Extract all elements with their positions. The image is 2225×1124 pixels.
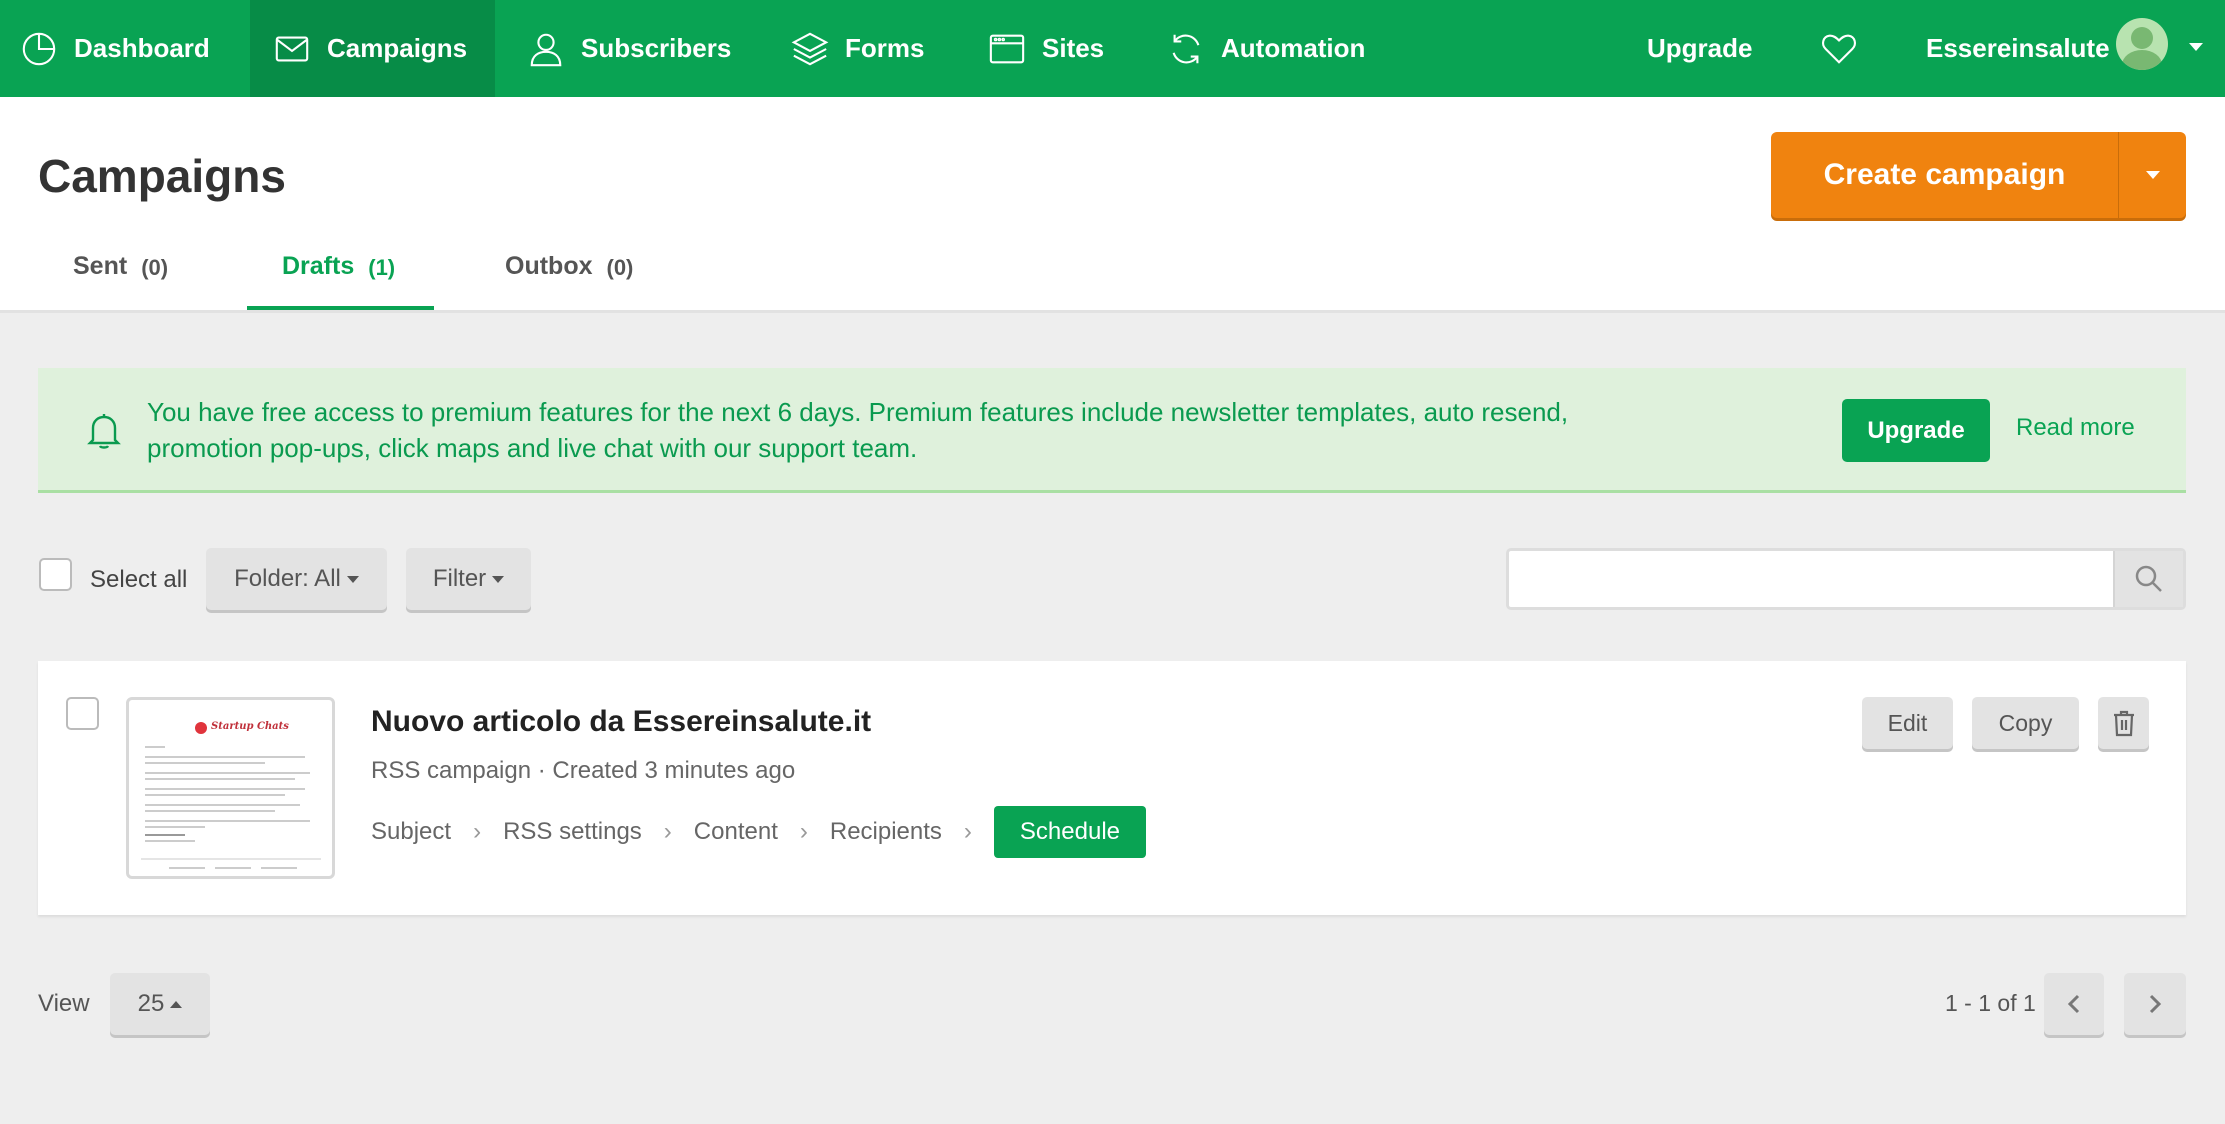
browser-window-icon xyxy=(989,34,1025,63)
nav-automation[interactable]: Automation xyxy=(1167,0,1365,97)
nav-dashboard-label: Dashboard xyxy=(74,33,210,63)
page-title: Campaigns xyxy=(38,150,286,202)
alert-upgrade-button[interactable]: Upgrade xyxy=(1842,399,1990,462)
campaign-steps: Subject › RSS settings › Content › Recip… xyxy=(371,806,1146,858)
nav-subscribers-label: Subscribers xyxy=(581,33,732,63)
select-all-checkbox[interactable] xyxy=(39,558,72,591)
view-label: View xyxy=(38,990,90,1017)
chevron-left-icon xyxy=(2067,994,2080,1014)
delete-button[interactable] xyxy=(2098,697,2149,749)
chevron-right-icon xyxy=(2149,994,2162,1014)
chevron-right-icon: › xyxy=(663,818,672,845)
search-input[interactable] xyxy=(1509,551,2113,607)
search-box xyxy=(1506,548,2186,610)
heart-icon xyxy=(1822,34,1856,64)
select-all-label[interactable]: Select all xyxy=(90,566,187,594)
search-button[interactable] xyxy=(2113,551,2183,607)
edit-button[interactable]: Edit xyxy=(1862,697,1953,749)
create-campaign-button-group: Create campaign xyxy=(1771,132,2186,218)
campaign-list-item: Startup Chats Nuovo articolo da Esserein… xyxy=(38,661,2186,915)
nav-campaigns-label: Campaigns xyxy=(327,33,468,63)
tab-drafts[interactable]: Drafts (1) xyxy=(247,252,434,310)
search-icon xyxy=(2135,565,2162,592)
page-header: Campaigns Create campaign Sent (0) Draft… xyxy=(0,97,2225,313)
schedule-button[interactable]: Schedule xyxy=(993,806,1146,858)
campaign-title[interactable]: Nuovo articolo da Essereinsalute.it xyxy=(371,705,871,739)
thumbnail-brand: Startup Chats xyxy=(211,721,289,732)
copy-button[interactable]: Copy xyxy=(1972,697,2079,749)
thumbnail-logo-dot xyxy=(195,722,207,734)
create-campaign-dropdown-button[interactable] xyxy=(2119,132,2186,218)
campaign-checkbox[interactable] xyxy=(66,697,99,730)
envelope-icon xyxy=(275,36,309,61)
nav-upgrade-label: Upgrade xyxy=(1647,33,1753,63)
create-campaign-button[interactable]: Create campaign xyxy=(1771,132,2119,218)
favorites-button[interactable] xyxy=(1820,0,1858,97)
avatar[interactable] xyxy=(2116,18,2168,70)
account-menu-chevron-down-icon[interactable] xyxy=(2189,43,2203,51)
alert-message: You have free access to premium features… xyxy=(147,397,1569,463)
nav-forms[interactable]: Forms xyxy=(791,0,924,97)
tab-outbox[interactable]: Outbox (0) xyxy=(505,252,633,310)
chevron-right-icon: › xyxy=(799,818,808,845)
pie-chart-icon xyxy=(22,32,56,65)
step-subject[interactable]: Subject xyxy=(371,818,451,846)
read-more-link[interactable]: Read more xyxy=(2016,414,2135,442)
nav-campaigns[interactable]: Campaigns xyxy=(250,0,495,97)
nav-automation-label: Automation xyxy=(1221,33,1366,63)
next-page-button[interactable] xyxy=(2124,973,2186,1035)
chevron-right-icon: › xyxy=(473,818,482,845)
account-name[interactable]: Essereinsalute xyxy=(1926,0,2110,97)
tab-sent-label: Sent xyxy=(73,252,128,280)
per-page-dropdown[interactable]: 25 xyxy=(110,973,210,1035)
campaign-thumbnail[interactable]: Startup Chats xyxy=(126,697,335,879)
step-content[interactable]: Content xyxy=(694,818,778,846)
chevron-down-icon xyxy=(492,575,505,583)
account-name-label: Essereinsalute xyxy=(1926,33,2110,63)
nav-subscribers[interactable]: Subscribers xyxy=(527,0,731,97)
nav-sites[interactable]: Sites xyxy=(988,0,1104,97)
per-page-value: 25 xyxy=(137,990,165,1017)
folder-dropdown-label: Folder: All xyxy=(234,565,341,592)
step-recipients[interactable]: Recipients xyxy=(830,818,942,846)
previous-page-button[interactable] xyxy=(2044,973,2104,1035)
tab-drafts-count: (1) xyxy=(368,255,396,280)
bell-icon xyxy=(87,414,121,449)
tab-drafts-label: Drafts xyxy=(282,252,355,280)
layers-icon xyxy=(791,32,829,65)
premium-trial-alert: You have free access to premium features… xyxy=(38,368,2186,493)
campaign-subtitle: RSS campaign · Created 3 minutes ago xyxy=(371,757,796,784)
tab-outbox-count: (0) xyxy=(606,255,634,280)
nav-upgrade-link[interactable]: Upgrade xyxy=(1647,0,1752,97)
refresh-icon xyxy=(1172,34,1200,63)
chevron-down-icon xyxy=(2145,171,2160,179)
step-rss-settings[interactable]: RSS settings xyxy=(503,818,642,846)
pagination-range: 1 - 1 of 1 xyxy=(1945,990,2036,1016)
top-navigation: Dashboard Campaigns Subscribers Forms Si… xyxy=(0,0,2225,97)
nav-sites-label: Sites xyxy=(1042,33,1105,63)
chevron-up-icon xyxy=(170,1000,183,1008)
folder-dropdown[interactable]: Folder: All xyxy=(206,548,387,610)
filter-dropdown[interactable]: Filter xyxy=(406,548,531,610)
tab-sent-count: (0) xyxy=(141,255,169,280)
tab-sent[interactable]: Sent (0) xyxy=(73,252,168,310)
tab-outbox-label: Outbox xyxy=(505,252,593,280)
user-icon xyxy=(530,33,562,66)
nav-forms-label: Forms xyxy=(845,33,925,63)
nav-dashboard[interactable]: Dashboard xyxy=(20,0,210,97)
trash-icon xyxy=(2113,710,2134,737)
filter-dropdown-label: Filter xyxy=(432,565,487,592)
chevron-right-icon: › xyxy=(963,818,972,845)
chevron-down-icon xyxy=(346,575,359,583)
